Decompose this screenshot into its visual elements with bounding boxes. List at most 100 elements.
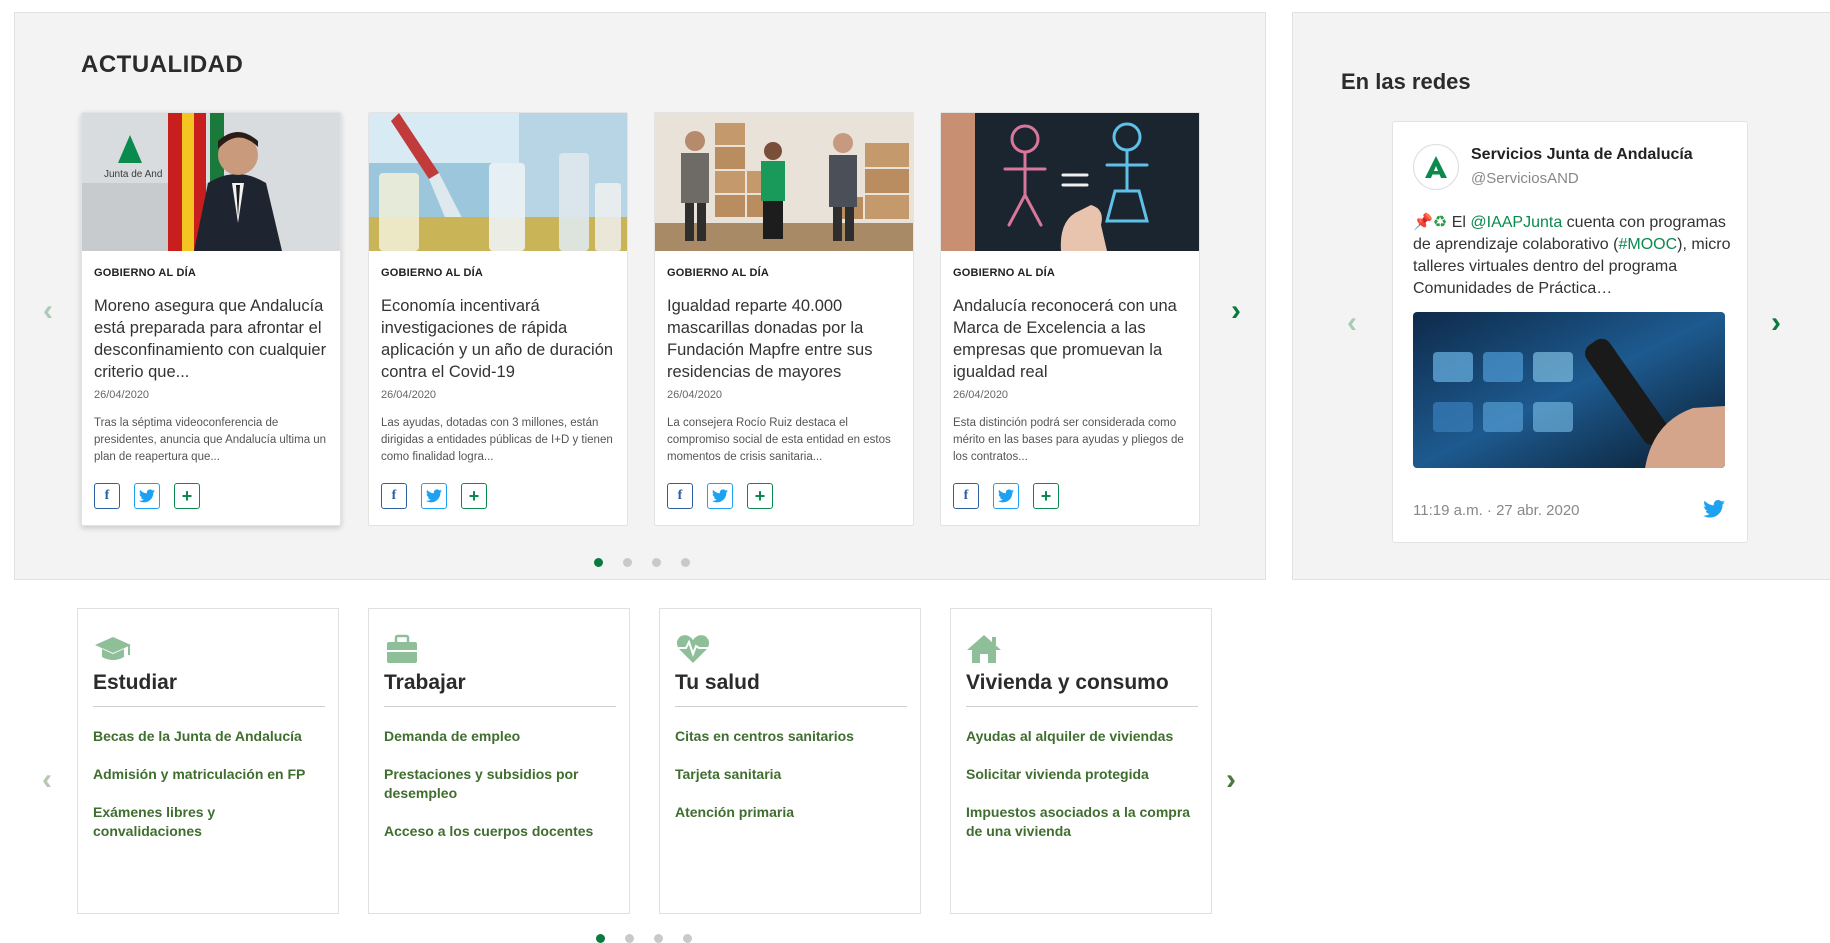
news-card-image [655,113,913,251]
pagination-dot[interactable] [596,934,605,943]
news-card-image: Junta de And [82,113,340,251]
facebook-share-icon[interactable]: f [381,483,407,509]
service-link[interactable]: Ayudas al alquiler de viviendas [966,727,1198,746]
social-section-title: En las redes [1341,69,1471,94]
news-panel: ACTUALIDAD ‹ › Junta de And GOBIERNO AL … [14,12,1266,580]
services-prev-arrow[interactable]: ‹ [42,765,52,795]
news-card-date: 26/04/2020 [381,389,437,401]
news-card-category: GOBIERNO AL DÍA [953,267,1056,279]
twitter-share-icon[interactable] [134,483,160,509]
news-prev-arrow[interactable]: ‹ [43,296,53,326]
service-card-trabajar: Trabajar Demanda de empleo Prestaciones … [368,608,630,914]
heart-pulse-icon [675,633,715,665]
service-links: Ayudas al alquiler de viviendas Solicita… [966,727,1198,860]
service-link[interactable]: Citas en centros sanitarios [675,727,907,746]
pagination-dot[interactable] [683,934,692,943]
divider [384,706,616,707]
pagination-dot[interactable] [681,558,690,567]
news-card-category: GOBIERNO AL DÍA [381,267,484,279]
service-card-title: Estudiar [93,671,178,694]
news-card-date: 26/04/2020 [953,389,1009,401]
recycle-icon: ♻ [1432,214,1448,231]
pagination-dot[interactable] [594,558,603,567]
service-link[interactable]: Exámenes libres y convalidaciones [93,803,325,841]
service-card-estudiar: Estudiar Becas de la Junta de Andalucía … [77,608,339,914]
social-panel: En las redes ‹ › Servicios Junta de Anda… [1292,12,1830,580]
twitter-share-icon[interactable] [993,483,1019,509]
divider [966,706,1198,707]
more-share-icon[interactable]: + [747,483,773,509]
service-card-title: Trabajar [384,671,466,694]
pagination-dot[interactable] [654,934,663,943]
news-card-headline[interactable]: Moreno asegura que Andalucía está prepar… [94,295,330,383]
news-card[interactable]: GOBIERNO AL DÍA Andalucía reconocerá con… [940,112,1200,526]
news-card-headline[interactable]: Andalucía reconocerá con una Marca de Ex… [953,295,1189,383]
tweet-hashtag-link[interactable]: #MOOC [1618,236,1677,253]
service-card-vivienda: Vivienda y consumo Ayudas al alquiler de… [950,608,1212,914]
junta-logo-avatar[interactable] [1413,144,1459,190]
news-card-summary: Tras la séptima videoconferencia de pres… [94,417,327,463]
news-card-summary: Las ayudas, dotadas con 3 millones, está… [381,417,613,463]
service-links: Demanda de empleo Prestaciones y subsidi… [384,727,616,860]
news-card-image [941,113,1199,251]
tweet-card[interactable]: Servicios Junta de Andalucía @ServiciosA… [1392,121,1748,543]
tweet-text: 📌♻ El @IAAPJunta cuenta con programas de… [1413,212,1733,300]
news-card-summary: Esta distinción podrá ser considerada co… [953,417,1184,463]
graduation-cap-icon [93,633,133,665]
service-link[interactable]: Acceso a los cuerpos docentes [384,822,616,841]
service-link[interactable]: Demanda de empleo [384,727,616,746]
share-buttons: f + [953,483,1059,509]
more-share-icon[interactable]: + [1033,483,1059,509]
tweet-timestamp[interactable]: 11:19 a.m. · 27 abr. 2020 [1413,502,1580,519]
services-next-arrow[interactable]: › [1226,765,1236,795]
tweet-author-name[interactable]: Servicios Junta de Andalucía [1471,146,1693,164]
facebook-share-icon[interactable]: f [953,483,979,509]
service-links: Becas de la Junta de Andalucía Admisión … [93,727,325,860]
more-share-icon[interactable]: + [461,483,487,509]
twitter-share-icon[interactable] [707,483,733,509]
social-prev-arrow[interactable]: ‹ [1347,308,1357,338]
social-next-arrow[interactable]: › [1771,308,1781,338]
news-card-headline[interactable]: Igualdad reparte 40.000 mascarillas dona… [667,295,903,383]
facebook-share-icon[interactable]: f [94,483,120,509]
news-next-arrow[interactable]: › [1231,296,1241,326]
share-buttons: f + [381,483,487,509]
service-link[interactable]: Impuestos asociados a la compra de una v… [966,803,1198,841]
tweet-text-part: El [1447,214,1471,231]
pagination-dot[interactable] [623,558,632,567]
share-buttons: f + [667,483,773,509]
pushpin-icon: 📌 [1413,214,1433,231]
facebook-share-icon[interactable]: f [667,483,693,509]
news-pagination [594,558,690,567]
news-card-category: GOBIERNO AL DÍA [667,267,770,279]
junta-sign-text: Junta de And [104,169,162,180]
news-card[interactable]: GOBIERNO AL DÍA Igualdad reparte 40.000 … [654,112,914,526]
service-link[interactable]: Prestaciones y subsidios por desempleo [384,765,616,803]
services-pagination [596,934,692,943]
news-card-category: GOBIERNO AL DÍA [94,267,197,279]
tweet-author-handle[interactable]: @ServiciosAND [1471,170,1579,187]
more-share-icon[interactable]: + [174,483,200,509]
tweet-image[interactable] [1413,312,1725,468]
service-link[interactable]: Tarjeta sanitaria [675,765,907,784]
service-link[interactable]: Becas de la Junta de Andalucía [93,727,325,746]
news-card-summary: La consejera Rocío Ruiz destaca el compr… [667,417,891,463]
news-card-headline[interactable]: Economía incentivará investigaciones de … [381,295,617,383]
news-card[interactable]: Junta de And GOBIERNO AL DÍA Moreno aseg… [81,112,341,526]
divider [675,706,907,707]
pagination-dot[interactable] [652,558,661,567]
twitter-bird-icon[interactable] [1703,500,1725,520]
divider [93,706,325,707]
service-link[interactable]: Admisión y matriculación en FP [93,765,325,784]
tweet-mention-link[interactable]: @IAAPJunta [1470,214,1562,231]
service-card-title: Tu salud [675,671,760,694]
share-buttons: f + [94,483,200,509]
news-card[interactable]: GOBIERNO AL DÍA Economía incentivará inv… [368,112,628,526]
news-card-date: 26/04/2020 [667,389,723,401]
service-link[interactable]: Solicitar vivienda protegida [966,765,1198,784]
news-card-image [369,113,627,251]
twitter-share-icon[interactable] [421,483,447,509]
pagination-dot[interactable] [625,934,634,943]
news-card-date: 26/04/2020 [94,389,150,401]
service-link[interactable]: Atención primaria [675,803,907,822]
